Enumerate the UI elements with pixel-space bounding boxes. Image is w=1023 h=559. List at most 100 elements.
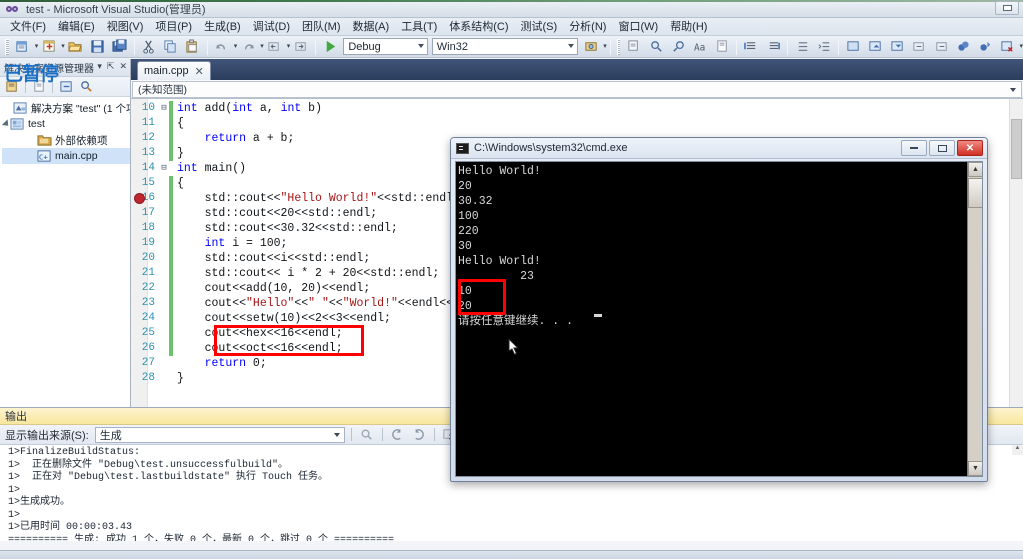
menu-data[interactable]: 数据(A): [347, 19, 396, 35]
code-text: int add(int a, int b): [177, 102, 322, 115]
previous-bookmark-button[interactable]: [865, 37, 885, 57]
tab-main-cpp[interactable]: main.cpp ✕: [137, 61, 211, 80]
close-icon[interactable]: ✕: [195, 65, 204, 78]
tree-item[interactable]: 外部依赖项: [2, 132, 130, 148]
scrollbar-thumb[interactable]: [1011, 119, 1022, 179]
console-scrollbar[interactable]: ▲ ▼: [967, 162, 982, 476]
navigate-backward-button[interactable]: [265, 37, 285, 57]
breakpoint-marker[interactable]: [134, 193, 145, 204]
output-source-combo[interactable]: 生成: [94, 426, 345, 443]
menu-build[interactable]: 生成(B): [198, 19, 247, 35]
output-scroll-up-icon[interactable]: ▲: [1012, 445, 1023, 455]
paste-button[interactable]: [183, 37, 203, 57]
uncomment-selection-button[interactable]: [763, 37, 783, 57]
tree-item[interactable]: 解决方案 "test" (1 个项: [2, 100, 130, 116]
find-message-button[interactable]: [358, 426, 376, 443]
menu-window[interactable]: 窗口(W): [612, 19, 664, 35]
cmd-console-window[interactable]: C:\Windows\system32\cmd.exe ✕ Hello Worl…: [450, 137, 988, 482]
increase-indent-button[interactable]: [814, 37, 834, 57]
restore-window-button[interactable]: [995, 1, 1019, 15]
menu-architecture[interactable]: 体系结构(C): [443, 19, 514, 35]
tree-item[interactable]: test: [1, 116, 130, 132]
toggle-bookmark-button[interactable]: [843, 37, 863, 57]
new-project-button[interactable]: [13, 37, 33, 57]
tree-item[interactable]: C+ main.cpp: [2, 148, 130, 164]
fold-toggle-icon[interactable]: ⊟: [159, 101, 169, 116]
menu-test[interactable]: 测试(S): [515, 19, 564, 35]
copy-button[interactable]: [161, 37, 181, 57]
menu-help[interactable]: 帮助(H): [664, 19, 713, 35]
open-file-button[interactable]: [66, 37, 86, 57]
line-number: 23: [141, 297, 155, 309]
menu-file[interactable]: 文件(F): [4, 19, 52, 35]
scroll-up-arrow-icon[interactable]: ▲: [968, 162, 982, 177]
toggle-case-button[interactable]: Aa: [690, 37, 710, 57]
save-all-button[interactable]: [110, 37, 130, 57]
attach-dropdown-icon[interactable]: ▾: [603, 43, 607, 50]
attach-process-button[interactable]: [581, 37, 601, 57]
menu-edit[interactable]: 编辑(E): [52, 19, 101, 35]
fold-toggle-icon[interactable]: ⊟: [159, 161, 169, 176]
redo-dropdown-icon[interactable]: ▾: [260, 43, 264, 50]
title-bar: test - Microsoft Visual Studio(管理员): [0, 0, 1023, 18]
console-body[interactable]: Hello World! 20 30.32 100 220 30 Hello W…: [455, 161, 983, 477]
console-title-bar[interactable]: C:\Windows\system32\cmd.exe ✕: [451, 138, 987, 159]
next-bookmark-folder-button[interactable]: [931, 37, 951, 57]
solution-platform-combo[interactable]: Win32: [431, 38, 579, 55]
decrease-indent-button[interactable]: [792, 37, 812, 57]
menu-view[interactable]: 视图(V): [101, 19, 150, 35]
undo-button[interactable]: [212, 37, 232, 57]
editor-vertical-scrollbar[interactable]: [1009, 99, 1023, 407]
menu-project[interactable]: 项目(P): [149, 19, 198, 35]
properties-button[interactable]: [3, 78, 21, 95]
add-new-item-button[interactable]: [39, 37, 59, 57]
nav-back-dropdown-icon[interactable]: ▾: [287, 43, 291, 50]
close-panel-icon[interactable]: ✕: [119, 61, 127, 72]
find-previous-button[interactable]: [668, 37, 688, 57]
code-text: int main(): [177, 162, 247, 175]
solution-tree[interactable]: 解决方案 "test" (1 个项 test 外部依赖项 C+ main.cpp: [0, 97, 130, 407]
close-button[interactable]: ✕: [957, 140, 983, 156]
scroll-down-arrow-icon[interactable]: ▼: [968, 461, 982, 476]
menu-tools[interactable]: 工具(T): [395, 19, 443, 35]
toolbar-grip[interactable]: [5, 38, 9, 55]
scope-combo[interactable]: (未知范围): [132, 80, 1022, 98]
undo-dropdown-icon[interactable]: ▾: [234, 43, 238, 50]
go-to-previous-message-button[interactable]: [389, 426, 407, 443]
view-code-button[interactable]: [77, 78, 95, 95]
solution-explorer-title: 解决方案资源管理器: [4, 64, 94, 75]
navigate-forward-button[interactable]: [291, 37, 311, 57]
find-in-files-button[interactable]: [624, 37, 644, 57]
console-scrollbar-thumb[interactable]: [968, 178, 982, 208]
new-breakpoint-button[interactable]: [975, 37, 995, 57]
find-next-button[interactable]: [646, 37, 666, 57]
code-line[interactable]: 10 ⊟ int add(int a, int b): [131, 101, 1023, 116]
go-to-next-message-button[interactable]: [410, 426, 428, 443]
code-text: {: [177, 177, 184, 190]
panel-dropdown-icon[interactable]: ▾: [97, 61, 102, 72]
breakpoints-dropdown-icon[interactable]: ▾: [1019, 43, 1023, 50]
menu-analyze[interactable]: 分析(N): [563, 19, 612, 35]
maximize-button[interactable]: [929, 140, 955, 156]
previous-bookmark-folder-button[interactable]: [909, 37, 929, 57]
text-editor-toolbar-grip[interactable]: [616, 38, 621, 55]
show-all-files-button[interactable]: [30, 78, 48, 95]
solution-configuration-combo[interactable]: Debug: [343, 38, 428, 55]
code-line[interactable]: 11 {: [131, 116, 1023, 131]
next-bookmark-button[interactable]: [887, 37, 907, 57]
add-item-dropdown-icon[interactable]: ▾: [61, 43, 65, 50]
redo-button[interactable]: [238, 37, 258, 57]
comment-selection-button[interactable]: [741, 37, 761, 57]
auto-hide-pin-icon[interactable]: ⇱: [107, 61, 115, 72]
menu-debug[interactable]: 调试(D): [247, 19, 296, 35]
start-debugging-button[interactable]: [320, 37, 340, 57]
cut-button[interactable]: [139, 37, 159, 57]
refresh-button[interactable]: [57, 78, 75, 95]
toggle-breakpoint-button[interactable]: [953, 37, 973, 57]
new-project-dropdown-icon[interactable]: ▾: [35, 43, 39, 50]
insert-snippet-button[interactable]: [712, 37, 732, 57]
minimize-button[interactable]: [901, 140, 927, 156]
delete-all-breakpoints-button[interactable]: [997, 37, 1017, 57]
menu-team[interactable]: 团队(M): [296, 19, 347, 35]
save-button[interactable]: [88, 37, 108, 57]
